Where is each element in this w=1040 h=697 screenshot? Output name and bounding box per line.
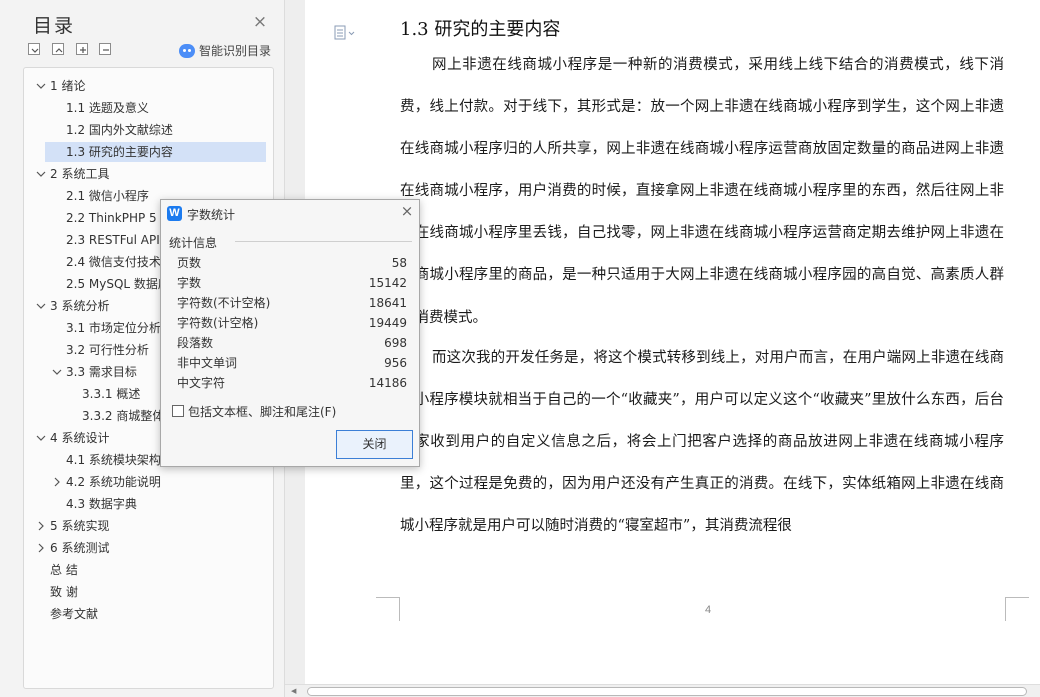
- toc-item-label: 3.3.2 商城整体: [82, 409, 165, 423]
- smart-toc-button[interactable]: 智能识别目录: [179, 42, 271, 59]
- toc-item-label: 2.3 RESTFul API: [66, 233, 160, 247]
- add-heading-icon[interactable]: [76, 43, 88, 55]
- document-menu-icon[interactable]: [334, 24, 356, 42]
- stats-group-label: 统计信息: [169, 234, 222, 251]
- toc-item-label: 3.2 可行性分析: [66, 343, 149, 357]
- toc-item[interactable]: 参考文献: [24, 604, 273, 624]
- toc-item-label: 1.3 研究的主要内容: [66, 145, 173, 159]
- stat-value: 15142: [368, 276, 407, 290]
- toc-item[interactable]: 1.2 国内外文献综述: [24, 120, 273, 140]
- toc-item[interactable]: 1 绪论: [24, 76, 273, 96]
- stat-value: 58: [391, 256, 407, 270]
- page-corner-mark-right: [1005, 597, 1029, 621]
- smart-toc-label: 智能识别目录: [199, 44, 272, 58]
- stat-label: 页数: [177, 256, 202, 270]
- toc-item-label: 参考文献: [50, 607, 99, 621]
- toc-item-label: 1 绪论: [50, 79, 86, 93]
- stat-value: 14186: [368, 376, 407, 390]
- robot-icon: [179, 43, 195, 58]
- toc-item[interactable]: 总 结: [24, 560, 273, 580]
- close-button[interactable]: 关闭: [336, 430, 413, 459]
- stat-value: 18641: [368, 296, 407, 310]
- stat-label: 字符数(计空格): [177, 316, 259, 330]
- stat-row: 字符数(不计空格) 18641: [177, 293, 407, 313]
- scroll-left-icon[interactable]: ◀: [291, 687, 299, 695]
- page-corner-mark-left: [376, 597, 400, 621]
- toc-close-icon[interactable]: ×: [252, 14, 268, 31]
- toc-item-label: 1.2 国内外文献综述: [66, 123, 173, 137]
- group-divider: [235, 241, 412, 242]
- stat-value: 956: [384, 356, 407, 370]
- stat-row: 段落数 698: [177, 333, 407, 353]
- toc-item-label: 4.2 系统功能说明: [66, 475, 161, 489]
- toc-item-label: 2.5 MySQL 数据库: [66, 277, 170, 291]
- toc-item-label: 1.1 选题及意义: [66, 101, 149, 115]
- remove-heading-icon[interactable]: [99, 43, 111, 55]
- stat-row: 页数 58: [177, 253, 407, 273]
- stat-label: 非中文单词: [177, 356, 238, 370]
- stat-label: 字数: [177, 276, 202, 290]
- toc-item[interactable]: 1.3 研究的主要内容: [45, 142, 266, 162]
- toc-item-label: 4 系统设计: [50, 431, 110, 445]
- stat-value: 19449: [368, 316, 407, 330]
- toc-item-label: 3.1 市场定位分析: [66, 321, 161, 335]
- stat-row: 字数 15142: [177, 273, 407, 293]
- toc-item-label: 2.4 微信支付技术: [66, 255, 161, 269]
- paragraph-2: 而这次我的开发任务是，将这个模式转移到线上，对用户而言，在用户端网上非遗在线商城…: [400, 350, 1004, 535]
- stat-value: 698: [384, 336, 407, 350]
- toc-item[interactable]: 6 系统测试: [24, 538, 273, 558]
- stat-label: 中文字符: [177, 376, 226, 390]
- toc-item-label: 4.3 数据字典: [66, 497, 137, 511]
- stat-label: 段落数: [177, 336, 214, 350]
- toc-item-label: 3.3 需求目标: [66, 365, 137, 379]
- toc-item-label: 致 谢: [50, 585, 78, 599]
- page-number: 4: [705, 604, 712, 616]
- expand-level-icon[interactable]: [52, 43, 64, 55]
- toc-item-label: 3 系统分析: [50, 299, 110, 313]
- toc-item[interactable]: 4.2 系统功能说明: [24, 472, 273, 492]
- toc-item-label: 4.1 系统模块架构: [66, 453, 161, 467]
- toc-item[interactable]: 4.3 数据字典: [24, 494, 273, 514]
- stat-row: 非中文单词 956: [177, 353, 407, 373]
- stat-row: 中文字符 14186: [177, 373, 407, 393]
- toc-item-label: 3.3.1 概述: [82, 387, 141, 401]
- section-heading: 1.3 研究的主要内容: [400, 19, 561, 40]
- toc-item-label: 2 系统工具: [50, 167, 110, 181]
- toc-item[interactable]: 2 系统工具: [24, 164, 273, 184]
- toc-item[interactable]: 5 系统实现: [24, 516, 273, 536]
- paragraph-1: 网上非遗在线商城小程序是一种新的消费模式，采用线上线下结合的消费模式，线下消费，…: [400, 57, 1004, 326]
- stat-row: 字符数(计空格) 19449: [177, 313, 407, 333]
- dialog-title: 字数统计: [187, 208, 236, 222]
- dialog-close-icon[interactable]: ×: [400, 204, 414, 219]
- toc-item-label: 2.2 ThinkPHP 5: [66, 211, 157, 225]
- toc-item[interactable]: 致 谢: [24, 582, 273, 602]
- collapse-level-icon[interactable]: [28, 43, 40, 55]
- toc-title: 目录: [33, 15, 76, 37]
- toc-item-label: 6 系统测试: [50, 541, 110, 555]
- toc-item-label: 总 结: [50, 563, 78, 577]
- toc-item[interactable]: 1.1 选题及意义: [24, 98, 273, 118]
- include-textbox-label[interactable]: 包括文本框、脚注和尾注(F): [188, 403, 336, 420]
- toc-item-label: 5 系统实现: [50, 519, 110, 533]
- include-textbox-checkbox[interactable]: [172, 405, 184, 417]
- wps-writer-icon: W: [167, 206, 182, 221]
- stat-label: 字符数(不计空格): [177, 296, 271, 310]
- word-count-dialog: W 字数统计 × 统计信息 页数 58 字数 15142 字符数(不计空格) 18641 字…: [160, 199, 420, 467]
- scrollbar-thumb[interactable]: [307, 687, 1027, 696]
- toc-item-label: 2.1 微信小程序: [66, 189, 149, 203]
- horizontal-scrollbar[interactable]: ◀: [285, 684, 1040, 697]
